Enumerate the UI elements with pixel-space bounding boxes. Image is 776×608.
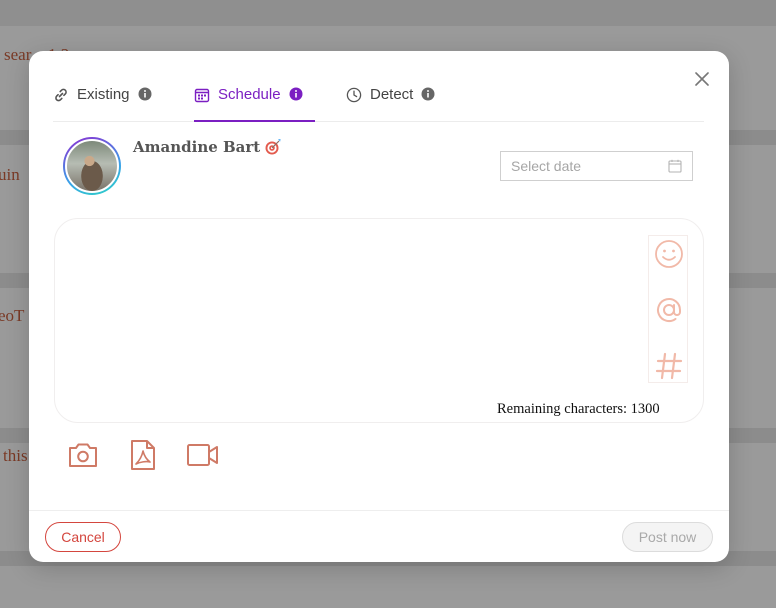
background-text: sear [4, 45, 32, 64]
background-card [0, 566, 776, 608]
info-icon [421, 87, 435, 101]
tab-label: Existing [77, 86, 130, 103]
modal-footer: Cancel Post now [29, 510, 729, 562]
tab-label: Schedule [218, 86, 281, 103]
active-tab-indicator [194, 120, 315, 122]
smiley-icon[interactable] [653, 238, 685, 270]
cancel-button[interactable]: Cancel [45, 522, 121, 552]
tab-existing[interactable]: Existing [53, 87, 152, 121]
tab-detect[interactable]: Detect [346, 87, 435, 121]
add-pdf-button[interactable] [126, 438, 160, 472]
background-text: this [3, 446, 28, 465]
post-now-button[interactable]: Post now [622, 522, 713, 552]
post-editor: Remaining characters: 1300 [54, 218, 704, 423]
add-photo-button[interactable] [66, 438, 100, 472]
info-icon [138, 87, 152, 101]
tab-label: Detect [370, 86, 414, 103]
date-placeholder: Select date [511, 158, 582, 174]
user-name: Amandine Bart [133, 138, 284, 156]
avatar-photo [65, 139, 119, 193]
editor-toolbar [648, 235, 688, 383]
info-icon [289, 87, 303, 101]
user-name-text: Amandine Bart [133, 138, 261, 156]
tab-bar: Existing Schedule Detect [53, 75, 704, 122]
calendar-icon [194, 88, 210, 103]
camera-icon [69, 443, 97, 467]
date-picker[interactable]: Select date [500, 151, 693, 181]
background-text: eoT [0, 306, 25, 325]
avatar [63, 137, 121, 195]
calendar-icon [668, 159, 682, 173]
pdf-icon [131, 440, 155, 470]
remaining-characters: Remaining characters: 1300 [497, 401, 660, 417]
link-icon [55, 88, 67, 102]
tab-schedule[interactable]: Schedule [194, 86, 315, 122]
hashtag-icon[interactable] [653, 350, 685, 382]
video-camera-icon [187, 444, 218, 466]
target-icon [265, 139, 281, 155]
background-text: uin [0, 165, 20, 184]
at-sign-icon[interactable] [653, 294, 685, 326]
background-strip [0, 0, 776, 26]
post-modal: Existing Schedule Detect Amandine Bart S… [29, 51, 729, 562]
add-video-button[interactable] [186, 438, 220, 472]
post-textarea[interactable] [75, 237, 639, 401]
clock-icon [346, 87, 362, 103]
